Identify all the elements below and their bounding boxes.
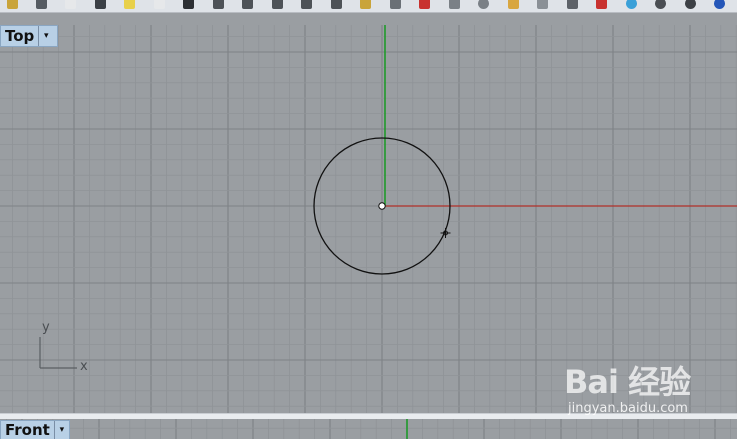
axis-indicator: y x	[39, 320, 88, 374]
four-viewports-button[interactable]	[387, 0, 403, 10]
viewport-top[interactable]: y x Top ▾	[0, 25, 737, 413]
circle-center-point[interactable]	[378, 202, 386, 210]
front-viewport-canvas[interactable]	[0, 419, 737, 439]
select-button[interactable]	[181, 0, 197, 10]
layer-icon	[566, 0, 578, 9]
select-icon	[183, 0, 195, 9]
history-icon	[478, 0, 490, 9]
history-button[interactable]	[476, 0, 492, 10]
grid-snap-button[interactable]	[446, 0, 462, 10]
layer-button[interactable]	[564, 0, 580, 10]
car-icon	[419, 0, 431, 9]
shaded-sphere-icon	[655, 0, 667, 9]
front-construction-grid	[0, 419, 737, 439]
zoom-window-icon	[271, 0, 283, 9]
viewport-title-front: Front	[5, 421, 50, 439]
top-viewport-canvas[interactable]: y x	[0, 25, 737, 413]
viewport-menu-dropdown-icon[interactable]: ▾	[38, 26, 53, 46]
shaded-sphere-button[interactable]	[653, 0, 669, 10]
zoom-window-button[interactable]	[269, 0, 285, 10]
construction-grid	[0, 25, 737, 413]
bulb-icon	[537, 0, 549, 9]
watermark-logo: Bai 经验	[564, 363, 691, 401]
viewport-menu-dropdown-icon[interactable]: ▾	[53, 421, 69, 439]
paste-button[interactable]	[122, 0, 138, 10]
save-icon	[6, 0, 18, 9]
pan-button[interactable]	[210, 0, 226, 10]
globe-button[interactable]	[712, 0, 728, 10]
axis-indicator-x-label: x	[80, 359, 88, 374]
rotate-view-button[interactable]	[240, 0, 256, 10]
viewport-tab-top[interactable]: Top ▾	[0, 25, 58, 47]
zoom-extents-icon	[301, 0, 313, 9]
new-file-icon	[153, 0, 165, 9]
save-button[interactable]	[4, 0, 20, 10]
copy-icon	[65, 0, 77, 9]
zoom-in-button[interactable]	[358, 0, 374, 10]
rendered-sphere-button[interactable]	[682, 0, 698, 10]
color-wheel-icon	[625, 0, 637, 9]
rotate-view-icon	[242, 0, 254, 9]
triangle-icon	[507, 0, 519, 9]
book-icon	[596, 0, 608, 9]
pan-icon	[212, 0, 224, 9]
viewport-title-top: Top	[5, 27, 35, 45]
zoom-in-icon	[360, 0, 372, 9]
print-icon	[35, 0, 47, 9]
car-button[interactable]	[417, 0, 433, 10]
print-button[interactable]	[33, 0, 49, 10]
book-button[interactable]	[594, 0, 610, 10]
viewport-tab-front[interactable]: Front ▾	[0, 420, 70, 439]
grid-snap-icon	[448, 0, 460, 9]
triangle-button[interactable]	[505, 0, 521, 10]
bulb-button[interactable]	[535, 0, 551, 10]
zoom-selected-icon	[330, 0, 342, 9]
cut-button[interactable]	[92, 0, 108, 10]
rendered-sphere-icon	[684, 0, 696, 9]
globe-icon	[714, 0, 726, 9]
viewport-front[interactable]: Front ▾	[0, 419, 737, 439]
color-wheel-button[interactable]	[623, 0, 639, 10]
new-file-button[interactable]	[151, 0, 167, 10]
four-viewports-icon	[389, 0, 401, 9]
cut-icon	[94, 0, 106, 9]
toolbar	[0, 0, 737, 13]
baidu-watermark: Bai 经验 jingyan.baidu.com	[564, 357, 734, 416]
paste-icon	[124, 0, 136, 9]
watermark-url: jingyan.baidu.com	[568, 401, 688, 416]
copy-button[interactable]	[63, 0, 79, 10]
zoom-selected-button[interactable]	[328, 0, 344, 10]
zoom-extents-button[interactable]	[299, 0, 315, 10]
axis-indicator-y-label: y	[42, 320, 50, 335]
